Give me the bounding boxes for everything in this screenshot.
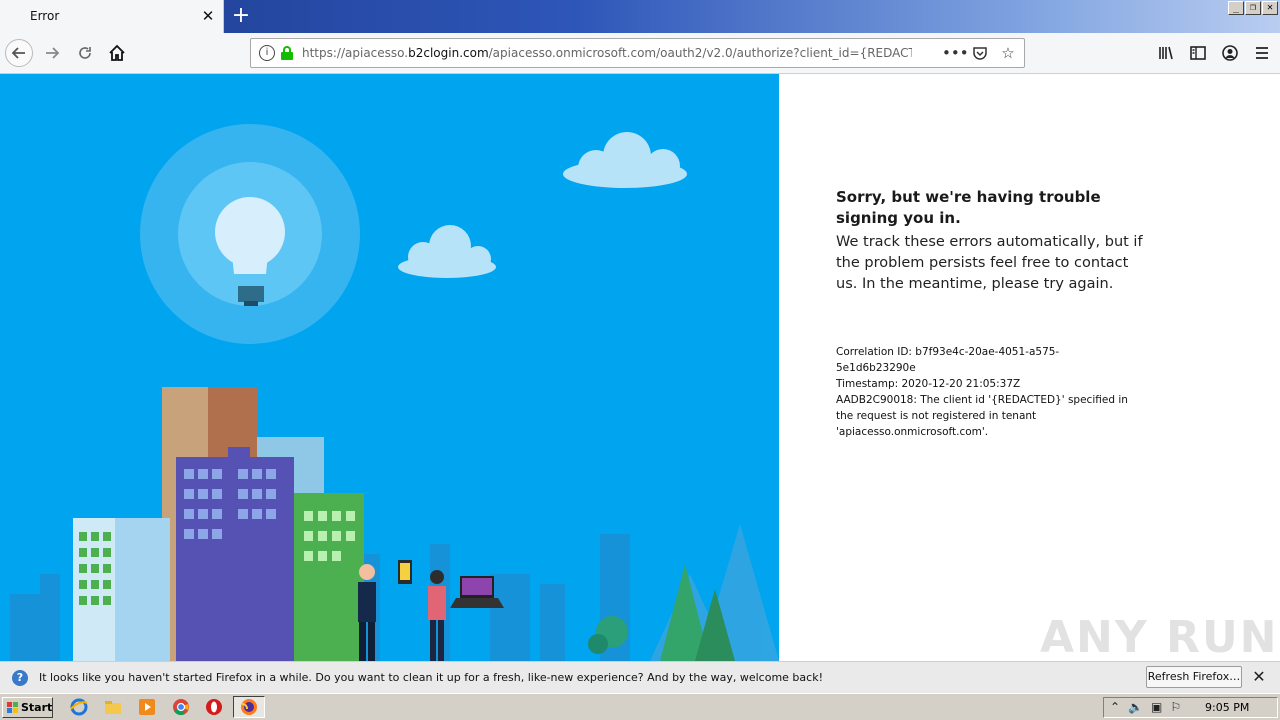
menu-icon[interactable] (1252, 42, 1272, 64)
media-player-icon[interactable] (138, 698, 156, 716)
close-window-button[interactable]: ✕ (1262, 1, 1278, 15)
url-text[interactable]: https://apiacesso.b2clogin.com/apiacesso… (302, 46, 912, 60)
window-controls: _ ❐ ✕ (1228, 1, 1278, 15)
clock[interactable]: 9:05 PM (1205, 701, 1249, 714)
page-content: Sorry, but we're having trouble signing … (0, 74, 1280, 661)
city-lightbulb-graphic (10, 124, 779, 661)
bookmark-star-icon[interactable]: ☆ (998, 43, 1018, 63)
tab-title: Error (30, 9, 60, 23)
back-button[interactable] (5, 39, 33, 67)
network-icon[interactable]: ▣ (1151, 700, 1162, 714)
new-tab-button[interactable]: + (229, 3, 253, 29)
ie-icon[interactable] (70, 698, 88, 716)
watermark-logo: ANY RUN (1040, 612, 1279, 663)
windows-logo-icon (7, 702, 19, 713)
system-tray: ⌃ 🔈 ▣ ⚐ 9:05 PM (1103, 697, 1278, 718)
url-prefix: https://apiacesso. (302, 46, 409, 60)
site-info-icon[interactable]: i (259, 45, 275, 61)
reload-icon (79, 47, 91, 59)
notification-close-icon[interactable]: ✕ (1250, 668, 1268, 686)
error-description: We track these errors automatically, but… (836, 234, 1143, 292)
timestamp: Timestamp: 2020-12-20 21:05:37Z (836, 378, 1021, 390)
forward-arrow-icon (46, 47, 60, 59)
account-icon[interactable] (1220, 42, 1240, 64)
page-actions-icon[interactable]: ••• (942, 43, 969, 63)
question-icon: ? (12, 670, 28, 686)
error-panel: Sorry, but we're having trouble signing … (779, 74, 1280, 661)
lock-icon[interactable] (281, 46, 293, 60)
start-label: Start (21, 701, 53, 714)
url-path: /apiacesso.onmicrosoft.com/oauth2/v2.0/a… (488, 46, 912, 60)
url-bar[interactable]: i https://apiacesso.b2clogin.com/apiaces… (250, 38, 1025, 68)
reload-button[interactable] (71, 39, 99, 67)
navigation-toolbar: i https://apiacesso.b2clogin.com/apiaces… (0, 33, 1280, 74)
back-arrow-icon (11, 47, 25, 59)
browser-tab[interactable]: Error ✕ (0, 0, 224, 33)
hero-illustration (0, 74, 779, 661)
error-title: Sorry, but we're having trouble signing … (836, 188, 1101, 227)
pocket-icon[interactable] (970, 43, 990, 63)
firefox-taskbar-button[interactable] (233, 696, 265, 718)
tab-close-icon[interactable]: ✕ (200, 7, 216, 25)
sidebar-icon[interactable] (1188, 42, 1208, 64)
error-message: AADB2C90018: The client id '{REDACTED}' … (836, 394, 1132, 438)
chrome-icon[interactable] (172, 698, 190, 716)
maximize-button[interactable]: ❐ (1245, 1, 1261, 15)
start-button[interactable]: Start (2, 697, 53, 718)
forward-button[interactable] (38, 39, 66, 67)
notification-bar: ? It looks like you haven't started Fire… (0, 661, 1280, 693)
tray-expand-icon[interactable]: ⌃ (1110, 700, 1120, 714)
refresh-firefox-button[interactable]: Refresh Firefox… (1146, 666, 1242, 688)
home-icon (109, 44, 125, 61)
library-icon[interactable] (1156, 42, 1176, 64)
notification-text: It looks like you haven't started Firefo… (39, 671, 823, 684)
error-details: Correlation ID: b7f93e4c-20ae-4051-a575-… (836, 344, 1136, 440)
volume-icon[interactable]: 🔈 (1128, 700, 1143, 714)
title-bar: Error ✕ + _ ❐ ✕ (0, 0, 1280, 33)
action-center-flag-icon[interactable]: ⚐ (1170, 700, 1181, 714)
opera-icon[interactable] (205, 698, 223, 716)
firefox-icon (241, 699, 257, 715)
home-button[interactable] (103, 39, 131, 67)
taskbar: Start ⌃ 🔈 ▣ ⚐ 9:05 PM (0, 693, 1280, 720)
folder-icon[interactable] (104, 698, 122, 716)
correlation-id: Correlation ID: b7f93e4c-20ae-4051-a575-… (836, 346, 1060, 374)
minimize-button[interactable]: _ (1228, 1, 1244, 15)
url-host: b2clogin.com (408, 46, 489, 60)
